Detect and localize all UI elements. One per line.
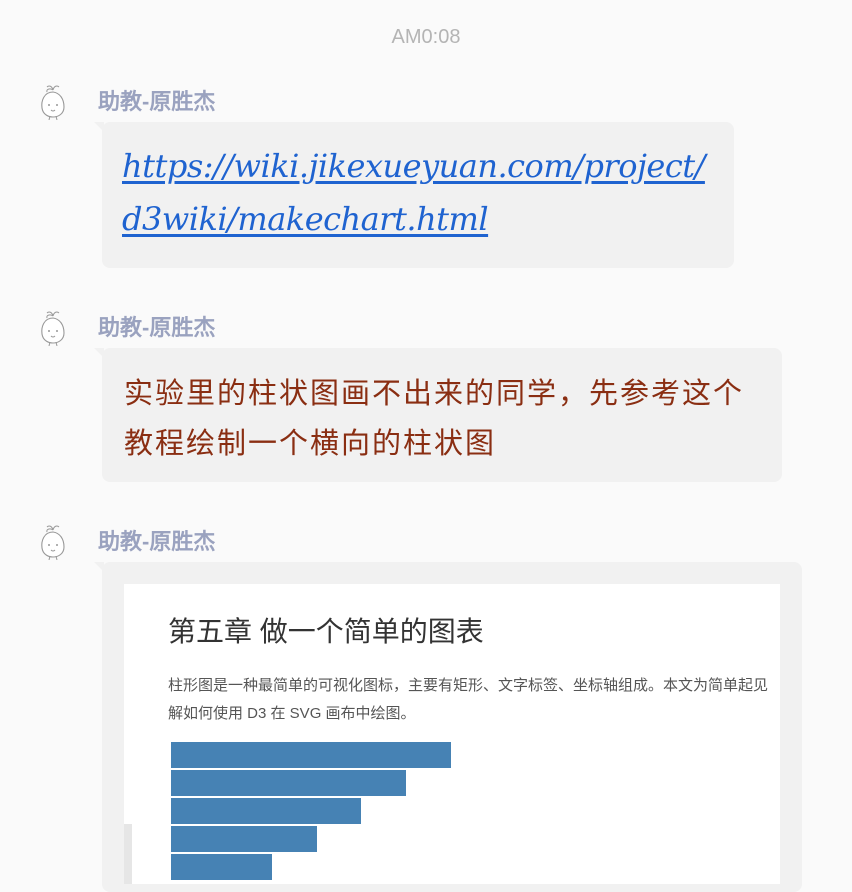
message-text: 实验里的柱状图画不出来的同学，先参考这个教程绘制一个横向的柱状图 — [124, 376, 745, 460]
cartoon-avatar-icon[interactable] — [38, 84, 68, 120]
image-title: 第五章 做一个简单的图表 — [168, 616, 484, 647]
image-paragraph-line: 解如何使用 D3 在 SVG 画布中绘图。 — [168, 705, 416, 722]
cartoon-avatar-icon[interactable] — [38, 524, 68, 560]
image-paragraph-line: 柱形图是一种最简单的可视化图标，主要有矩形、文字标签、坐标轴组成。本文为简单起见 — [168, 677, 769, 694]
sender-name: 助教-原胜杰 — [98, 89, 216, 114]
message-bubble-image[interactable]: 第五章 做一个简单的图表 柱形图是一种最简单的可视化图标，主要有矩形、文字标签、… — [94, 562, 802, 892]
message-bubble-link[interactable]: https://wiki.jikexueyuan.com/project/d3w… — [94, 122, 734, 268]
chart-bar — [171, 854, 272, 880]
sender-name: 助教-原胜杰 — [98, 315, 216, 340]
chart-bar — [171, 770, 406, 796]
chart-bar — [171, 742, 451, 768]
image-screenshot[interactable]: 第五章 做一个简单的图表 柱形图是一种最简单的可视化图标，主要有矩形、文字标签、… — [124, 584, 780, 884]
message-bubble-text[interactable]: 实验里的柱状图画不出来的同学，先参考这个教程绘制一个横向的柱状图 — [94, 348, 782, 482]
chart-bar — [171, 826, 317, 852]
chart-bar — [171, 798, 361, 824]
cartoon-avatar-icon[interactable] — [38, 310, 68, 346]
message-link[interactable]: https://wiki.jikexueyuan.com/project/d3w… — [122, 140, 722, 246]
chat-timestamp: AM0:08 — [391, 26, 461, 48]
sender-name: 助教-原胜杰 — [98, 529, 216, 554]
image-edge — [124, 824, 132, 884]
image-paragraph: 柱形图是一种最简单的可视化图标，主要有矩形、文字标签、坐标轴组成。本文为简单起见… — [168, 672, 780, 728]
